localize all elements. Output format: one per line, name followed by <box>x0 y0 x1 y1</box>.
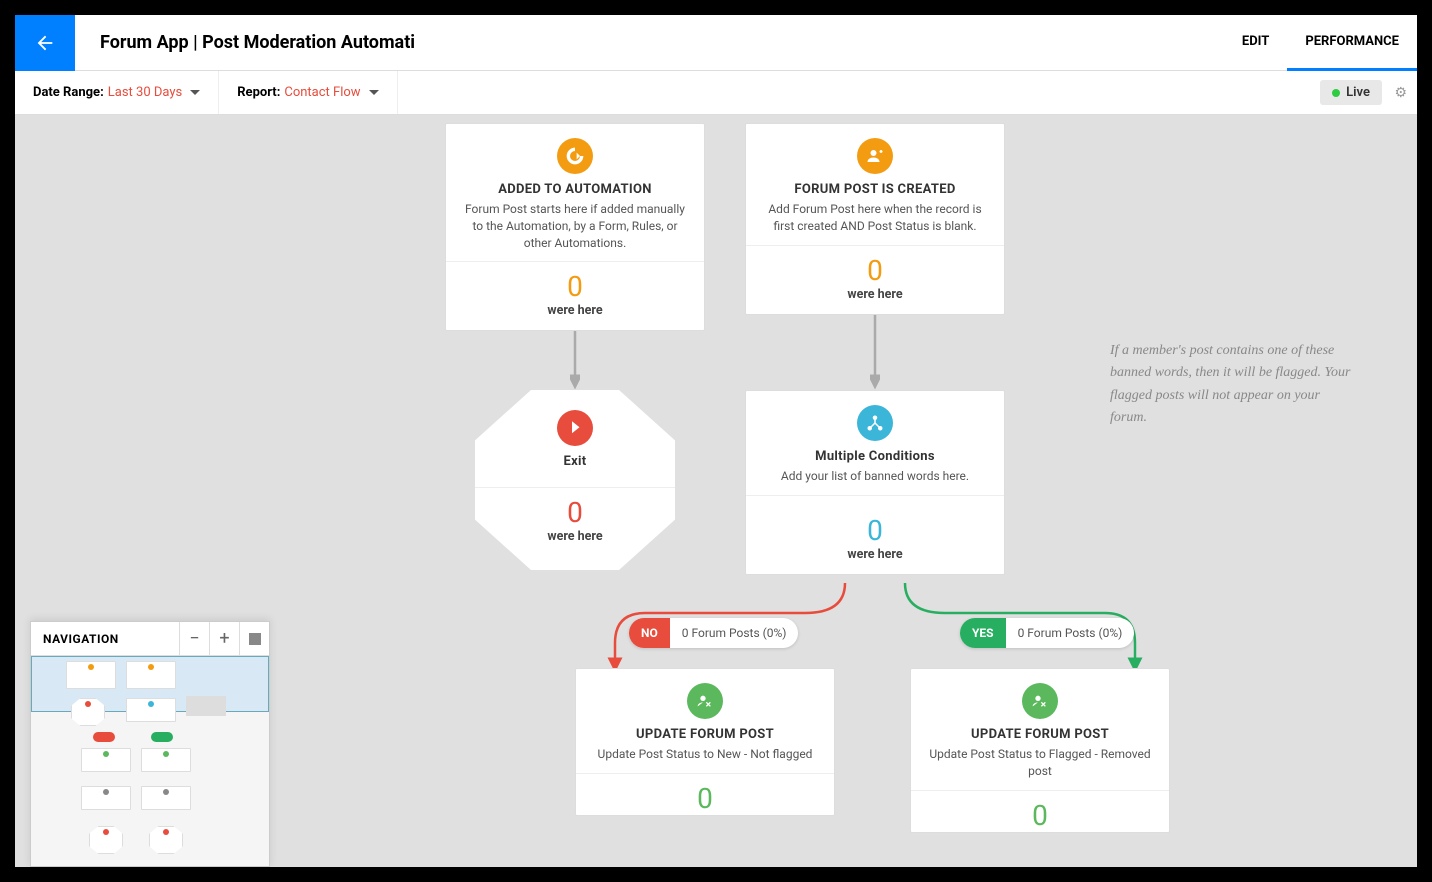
date-range-label: Date Range: <box>33 85 104 100</box>
node-count-label: were here <box>746 547 1004 562</box>
report-value: Contact Flow <box>284 85 360 100</box>
branch-no-pill[interactable]: NO 0 Forum Posts (0%) <box>629 618 798 648</box>
user-add-icon <box>857 138 893 174</box>
node-count: 0 <box>446 270 704 303</box>
node-title: ADDED TO AUTOMATION <box>460 182 690 197</box>
node-description: Add your list of banned words here. <box>760 468 990 485</box>
exit-hand-icon <box>557 410 593 446</box>
node-count: 0 <box>475 496 675 529</box>
node-description: Add Forum Post here when the record is f… <box>760 201 990 235</box>
node-count: 0 <box>746 514 1004 547</box>
tab-edit[interactable]: EDIT <box>1224 15 1287 71</box>
automation-entry-icon <box>557 138 593 174</box>
node-title: FORUM POST IS CREATED <box>760 182 990 197</box>
chevron-down-icon <box>369 88 379 98</box>
branch-no-badge: NO <box>629 618 670 648</box>
navigator-panel: NAVIGATION − + <box>30 621 270 867</box>
settings-icon[interactable]: ⚙ <box>1394 85 1407 101</box>
automation-canvas[interactable]: ADDED TO AUTOMATION Forum Post starts he… <box>15 115 1417 867</box>
canvas-annotation: If a member's post contains one of these… <box>1110 340 1360 430</box>
node-count: 0 <box>746 254 1004 287</box>
chevron-down-icon <box>190 88 200 98</box>
live-status-badge: Live <box>1320 80 1382 105</box>
date-range-selector[interactable]: Date Range: Last 30 Days <box>15 71 219 114</box>
node-description: Update Post Status to New - Not flagged <box>590 746 820 763</box>
navigator-title: NAVIGATION <box>31 632 179 646</box>
node-forum-post-created[interactable]: FORUM POST IS CREATED Add Forum Post her… <box>745 123 1005 315</box>
node-title: UPDATE FORUM POST <box>925 727 1155 742</box>
zoom-out-button[interactable]: − <box>179 622 209 656</box>
subheader: Date Range: Last 30 Days Report: Contact… <box>15 71 1417 115</box>
node-count-label: were here <box>446 303 704 318</box>
node-count-label: were here <box>475 529 675 544</box>
node-description: Forum Post starts here if added manually… <box>460 201 690 251</box>
node-count-label: were here <box>746 287 1004 302</box>
node-count: 0 <box>576 782 834 815</box>
node-title: Multiple Conditions <box>760 449 990 464</box>
zoom-fit-button[interactable] <box>239 622 269 656</box>
live-dot-icon <box>1332 89 1340 97</box>
branch-no-text: 0 Forum Posts (0%) <box>670 626 799 640</box>
header-tabs: EDIT PERFORMANCE <box>1224 15 1417 71</box>
back-arrow-icon <box>34 32 56 54</box>
node-multiple-conditions[interactable]: Multiple Conditions Add your list of ban… <box>745 390 1005 575</box>
node-update-flagged[interactable]: UPDATE FORUM POST Update Post Status to … <box>910 668 1170 833</box>
user-edit-icon <box>687 683 723 719</box>
tab-performance[interactable]: PERFORMANCE <box>1287 15 1417 71</box>
navigator-preview[interactable] <box>31 656 269 866</box>
header: Forum App | Post Moderation Automati EDI… <box>15 15 1417 71</box>
zoom-in-button[interactable]: + <box>209 622 239 656</box>
branch-yes-badge: YES <box>960 618 1006 648</box>
node-count: 0 <box>911 799 1169 832</box>
report-label: Report: <box>237 85 280 100</box>
node-added-to-automation[interactable]: ADDED TO AUTOMATION Forum Post starts he… <box>445 123 705 331</box>
user-edit-icon <box>1022 683 1058 719</box>
node-title: UPDATE FORUM POST <box>590 727 820 742</box>
branch-yes-pill[interactable]: YES 0 Forum Posts (0%) <box>960 618 1134 648</box>
back-button[interactable] <box>15 15 75 71</box>
date-range-value: Last 30 Days <box>108 85 182 100</box>
node-description: Update Post Status to Flagged - Removed … <box>925 746 1155 780</box>
node-title: Exit <box>489 454 661 469</box>
branch-icon <box>857 405 893 441</box>
report-selector[interactable]: Report: Contact Flow <box>219 71 397 114</box>
node-exit[interactable]: Exit 0 were here <box>475 390 675 570</box>
page-title: Forum App | Post Moderation Automati <box>75 32 1224 53</box>
branch-yes-text: 0 Forum Posts (0%) <box>1006 626 1135 640</box>
node-update-not-flagged[interactable]: UPDATE FORUM POST Update Post Status to … <box>575 668 835 816</box>
